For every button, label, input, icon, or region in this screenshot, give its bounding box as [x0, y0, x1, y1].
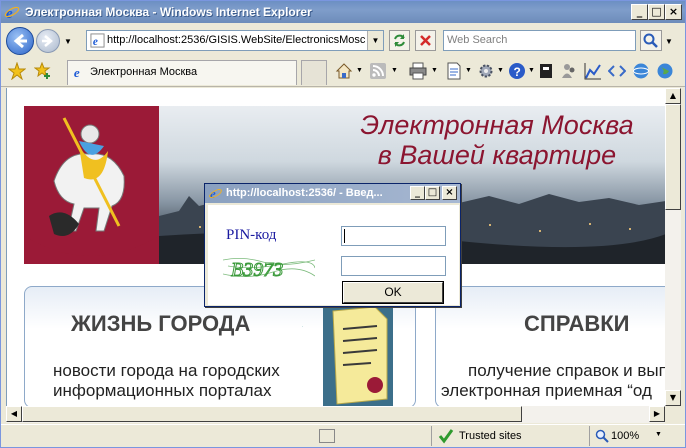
references-title: СПРАВКИ	[524, 311, 630, 336]
browser-window: e Электронная Москва - Windows Internet …	[0, 0, 686, 448]
dialog-maximize-button[interactable]: □	[425, 186, 440, 200]
window-title: Электронная Москва - Windows Internet Ex…	[25, 5, 312, 19]
references-text-1: получение справок и вып	[468, 361, 665, 380]
refresh-button[interactable]	[389, 30, 410, 51]
zoom-level[interactable]: 100%	[611, 430, 639, 442]
svg-text:e: e	[93, 36, 98, 48]
pin-code-label: PIN-код	[226, 227, 277, 243]
minimize-button[interactable]: _	[631, 4, 648, 20]
favorites-star-icon[interactable]	[8, 62, 26, 80]
ok-button[interactable]: OK	[342, 281, 444, 304]
dialog-body: PIN-код B3973 OK	[208, 205, 459, 305]
ie-globe-icon[interactable]	[632, 62, 650, 80]
city-life-text-2: информационных порталах	[53, 381, 272, 400]
research-icon[interactable]	[539, 63, 553, 79]
references-text-2: электронная приемная “од	[441, 381, 652, 400]
scroll-up-button[interactable]: ▲	[665, 88, 681, 104]
site-banner-title: Электронная Москва в Вашей квартире	[337, 110, 657, 170]
dialog-title-bar: e http://localhost:2536/ - Введ... _ □ ×	[205, 184, 460, 203]
dialog-title: http://localhost:2536/ - Введ...	[226, 187, 383, 199]
search-options-icon[interactable]: ▼	[665, 37, 673, 46]
new-tab-button[interactable]	[301, 60, 327, 85]
page-icon: e	[90, 33, 105, 48]
dialog-minimize-button[interactable]: _	[410, 186, 425, 200]
stop-button[interactable]	[415, 30, 436, 51]
pin-dialog: e http://localhost:2536/ - Введ... _ □ ×…	[204, 183, 461, 307]
captcha-image: B3973	[222, 254, 316, 282]
close-button[interactable]: ×	[665, 4, 682, 20]
security-zone-label: Trusted sites	[459, 430, 522, 442]
dialog-ie-icon: e	[209, 186, 222, 201]
maximize-button[interactable]: □	[648, 4, 665, 20]
ie-logo-icon: e	[4, 6, 20, 20]
developer-tools-icon[interactable]	[608, 63, 626, 79]
forward-button[interactable]	[36, 29, 60, 53]
earth-icon[interactable]	[656, 62, 674, 80]
back-arrow-icon	[13, 33, 27, 49]
back-button[interactable]	[6, 27, 34, 55]
feeds-dropdown-icon[interactable]: ▼	[391, 67, 398, 74]
vertical-scrollbar[interactable]: ▲ ▼	[665, 88, 681, 406]
search-input[interactable]: Web Search	[443, 30, 636, 51]
captcha-text: B3973	[231, 259, 283, 281]
horizontal-scrollbar[interactable]: ◀ ▶	[6, 406, 665, 423]
tools-gear-icon[interactable]	[477, 62, 495, 80]
trusted-checkmark-icon	[438, 429, 454, 444]
address-bar[interactable]: e http://localhost:2536/GISIS.WebSite/El…	[86, 30, 384, 51]
search-placeholder: Web Search	[447, 34, 508, 46]
refresh-icon	[394, 34, 405, 47]
captcha-graphic: B3973	[222, 258, 316, 282]
search-icon	[643, 33, 658, 48]
scroll-left-button[interactable]: ◀	[6, 406, 22, 422]
references-panel[interactable]: СПРАВКИ получение справок и вып электрон…	[435, 286, 665, 406]
city-life-title: ЖИЗНЬ ГОРОДА	[71, 311, 251, 336]
horizontal-scroll-thumb[interactable]	[22, 406, 522, 422]
tab-page-icon: e	[74, 65, 80, 80]
status-divider-2	[589, 426, 590, 446]
tab-label: Электронная Москва	[90, 66, 198, 78]
home-icon[interactable]	[334, 61, 354, 81]
svg-text:?: ?	[514, 65, 521, 79]
search-button[interactable]	[640, 30, 662, 51]
banner-line-1: Электронная Москва	[360, 110, 634, 140]
captcha-input[interactable]	[341, 256, 446, 276]
pin-code-input[interactable]	[341, 226, 446, 246]
stop-icon	[420, 35, 431, 46]
banner-line-2: в Вашей квартире	[377, 140, 617, 170]
tab-electronic-moscow[interactable]: e Электронная Москва	[67, 60, 297, 85]
dialog-close-button[interactable]: ×	[442, 186, 457, 200]
status-bar: Trusted sites 100% ▼	[1, 424, 685, 447]
page-menu-icon[interactable]	[445, 62, 463, 80]
zoom-icon[interactable]	[595, 429, 609, 443]
title-bar: e Электронная Москва - Windows Internet …	[1, 1, 685, 23]
address-dropdown-icon[interactable]: ▼	[367, 31, 383, 50]
help-dropdown-icon[interactable]: ▼	[528, 67, 535, 74]
zoom-dropdown-icon[interactable]: ▼	[655, 431, 662, 438]
document-scroll-icon	[323, 299, 393, 406]
home-dropdown-icon[interactable]: ▼	[356, 67, 363, 74]
svg-text:e: e	[74, 65, 80, 80]
print-icon[interactable]	[408, 62, 428, 80]
messenger-icon[interactable]	[560, 62, 578, 80]
feeds-icon[interactable]	[369, 62, 387, 80]
coat-of-arms-icon	[24, 106, 159, 256]
address-text: http://localhost:2536/GISIS.WebSite/Elec…	[107, 34, 365, 46]
stats-icon[interactable]	[584, 62, 602, 80]
city-life-text-1: новости города на городских	[53, 361, 280, 380]
help-icon[interactable]: ?	[508, 62, 526, 80]
text-cursor	[344, 229, 345, 243]
print-dropdown-icon[interactable]: ▼	[431, 67, 438, 74]
status-page-icon	[319, 429, 335, 443]
vertical-scroll-thumb[interactable]	[665, 104, 681, 210]
moscow-coat-of-arms-image	[24, 106, 159, 264]
recent-pages-dropdown-icon[interactable]: ▼	[64, 37, 72, 46]
add-favorites-icon[interactable]	[34, 62, 52, 80]
scroll-down-button[interactable]: ▼	[665, 390, 681, 406]
tools-dropdown-icon[interactable]: ▼	[497, 67, 504, 74]
page-dropdown-icon[interactable]: ▼	[465, 67, 472, 74]
forward-arrow-icon	[42, 35, 53, 47]
scroll-right-button[interactable]: ▶	[649, 406, 665, 422]
status-divider	[431, 426, 432, 446]
